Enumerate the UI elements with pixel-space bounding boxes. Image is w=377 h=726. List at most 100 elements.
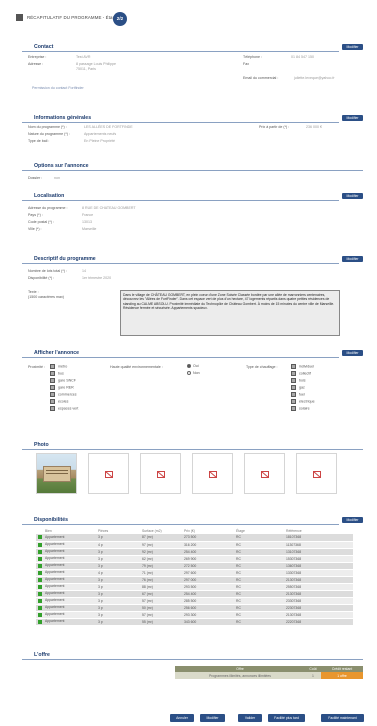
checkbox[interactable] — [50, 378, 55, 383]
table-cell: 293 300 — [184, 611, 236, 619]
chauffage-option[interactable]: gaz — [291, 385, 315, 392]
table-cell: 13307368 — [286, 569, 353, 577]
proximite-option[interactable]: gare SNCF — [50, 378, 78, 385]
section-title: Disponibilités — [34, 517, 69, 523]
table-cell: 13107368 — [286, 548, 353, 556]
table-cell: 3 p — [98, 583, 142, 591]
table-cell: Appartement — [36, 611, 98, 619]
checkbox[interactable] — [291, 385, 296, 390]
chauffage-option[interactable]: bois — [291, 378, 315, 385]
status-available-icon — [38, 591, 42, 596]
pays-label: Pays (*) : — [28, 213, 43, 217]
modify-contact-button[interactable]: Modifier — [342, 44, 363, 50]
bien-label: Appartement — [45, 584, 65, 589]
page-header: RÉCAPITULATIF DU PROGRAMME - Étape 2/2 — [16, 12, 362, 26]
chauffage-option[interactable]: collectif — [291, 371, 315, 378]
photo-slot[interactable] — [296, 453, 337, 494]
pay-now-button[interactable]: Facilité maintenant — [321, 714, 364, 722]
chauffage-option[interactable]: individuel — [291, 364, 315, 371]
checkbox[interactable] — [291, 378, 296, 383]
table-cell: 3 p — [98, 555, 142, 563]
permission-text: Permission du contact Fortfinder — [32, 86, 84, 90]
table-cell: 11307368 — [286, 541, 353, 549]
bien-label: Appartement — [45, 563, 65, 568]
chauffage-option[interactable]: fuel — [291, 392, 315, 399]
section-title: Contact — [34, 44, 54, 50]
modify-localisation-button[interactable]: Modifier — [342, 193, 363, 199]
validate-button[interactable]: Valider — [238, 714, 262, 722]
table-cell: 23307368 — [286, 597, 353, 605]
texte-hint: (1500 caractères max) — [28, 295, 64, 299]
modify-afficher-button[interactable]: Modifier — [342, 350, 363, 356]
table-cell: 3 p — [98, 604, 142, 612]
step-badge: 2/2 — [113, 12, 127, 26]
checkbox[interactable] — [50, 399, 55, 404]
hq-oui-radio[interactable]: Oui — [187, 364, 199, 369]
table-cell: RC — [236, 576, 286, 584]
table-row: Appartement 4 p 71 (m²) 297 600 RC 13307368 — [36, 569, 353, 577]
proximite-option[interactable]: métro — [50, 364, 78, 371]
radio-icon[interactable] — [187, 371, 191, 376]
table-cell: Appartement — [36, 548, 98, 556]
checkbox[interactable] — [50, 385, 55, 390]
proximite-option[interactable]: bus — [50, 371, 78, 378]
proximite-option[interactable]: espaces vert — [50, 406, 78, 413]
checkbox[interactable] — [291, 399, 296, 404]
modify-descriptif-button[interactable]: Modifier — [342, 256, 363, 262]
table-cell: Appartement — [36, 534, 98, 542]
checkbox[interactable] — [50, 371, 55, 376]
photo-slot[interactable] — [192, 453, 233, 494]
photo-main[interactable] — [36, 453, 77, 494]
chauffage-option[interactable]: solaire — [291, 406, 315, 413]
table-cell: Appartement — [36, 597, 98, 605]
table-cell: RC — [236, 534, 286, 542]
cancel-button[interactable]: Annuler — [170, 714, 194, 722]
checkbox[interactable] — [291, 392, 296, 397]
photo-section: Photo — [22, 440, 363, 502]
proximite-option[interactable]: écoles — [50, 399, 78, 406]
checkbox[interactable] — [291, 371, 296, 376]
table-cell: Appartement — [36, 541, 98, 549]
adresse-line2: 75011, Paris — [76, 67, 96, 71]
modify-button[interactable]: Modifier — [200, 714, 225, 722]
email-value: juliette.leveque@yahoo.fr — [294, 76, 335, 80]
status-available-icon — [38, 542, 42, 547]
status-available-icon — [38, 570, 42, 575]
checkbox[interactable] — [291, 364, 296, 369]
checkbox[interactable] — [50, 364, 55, 369]
proximite-option[interactable]: gare RER — [50, 385, 78, 392]
prix-label: Prix à partir de (*) : — [259, 125, 290, 129]
chauffage-option[interactable]: électrique — [291, 399, 315, 406]
bien-label: Appartement — [45, 549, 65, 554]
broken-image-icon — [209, 471, 217, 478]
photo-slot[interactable] — [88, 453, 129, 494]
table-row: Appartement 3 p 67 (m²) 254 400 RC 21307368 — [36, 590, 353, 598]
description-textarea[interactable]: Dans le village de CHÂTEAU GOMBERT, en p… — [120, 290, 340, 336]
proximite-option[interactable]: commerces — [50, 392, 78, 399]
offre-cost: 1 — [305, 672, 321, 679]
table-cell: Appartement — [36, 583, 98, 591]
checkbox[interactable] — [50, 406, 55, 411]
checkbox[interactable] — [50, 392, 55, 397]
table-cell: 21307368 — [286, 576, 353, 584]
photo-slot[interactable] — [140, 453, 181, 494]
telephone-value: 01 84 547 150 — [291, 55, 314, 59]
pay-later-button[interactable]: Facilité plus tard — [268, 714, 305, 722]
dispo-value: 1er trimestre 2020 — [82, 276, 112, 280]
divider — [22, 449, 363, 450]
texte-label: Texte : — [28, 290, 39, 294]
table-cell: 87 (m²) — [142, 534, 184, 542]
radio-selected-icon[interactable] — [187, 364, 191, 369]
modify-infos-button[interactable]: Modifier — [342, 115, 363, 121]
cp-value: 13013 — [82, 220, 92, 224]
nature-value: Appartements neufs — [84, 132, 117, 136]
bien-label: Appartement — [45, 619, 65, 624]
dispo-label: Disponibilité (*) : — [28, 276, 55, 280]
hq-non-radio[interactable]: Non — [187, 371, 200, 376]
photo-slot[interactable] — [244, 453, 285, 494]
modify-dispo-button[interactable]: Modifier — [342, 517, 363, 523]
status-available-icon — [38, 563, 42, 568]
checkbox[interactable] — [291, 406, 296, 411]
divider — [22, 122, 339, 123]
section-title: Descriptif du programme — [34, 256, 96, 262]
